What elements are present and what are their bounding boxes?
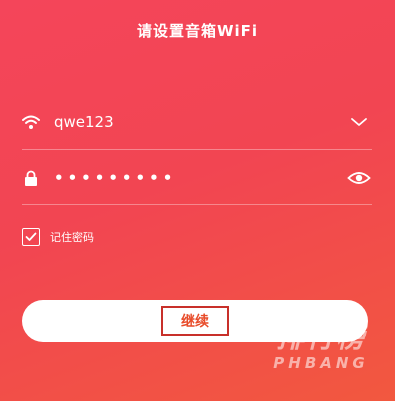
remember-password[interactable]: 记住密码 xyxy=(22,228,94,246)
wifi-selector[interactable]: qwe123 xyxy=(22,102,372,142)
password-field[interactable]: ••••••••• xyxy=(22,158,372,198)
chevron-down-icon[interactable] xyxy=(346,112,372,132)
lock-icon xyxy=(22,169,40,187)
page-title: 请设置音箱WiFi xyxy=(136,22,259,40)
watermark-logo: 排行榜 PHBANG xyxy=(262,321,380,373)
wifi-ssid: qwe123 xyxy=(54,113,114,131)
watermark-bottom: PHBANG xyxy=(273,354,369,372)
continue-label: 继续 xyxy=(161,306,229,336)
remember-label: 记住密码 xyxy=(50,231,94,244)
watermark-top: 排行榜 xyxy=(275,321,366,354)
eye-icon[interactable] xyxy=(346,168,372,188)
wifi-icon xyxy=(22,113,40,131)
password-value[interactable]: ••••••••• xyxy=(54,169,346,187)
remember-checkbox[interactable] xyxy=(22,228,40,246)
wifi-divider xyxy=(22,149,372,150)
password-divider xyxy=(22,204,372,205)
